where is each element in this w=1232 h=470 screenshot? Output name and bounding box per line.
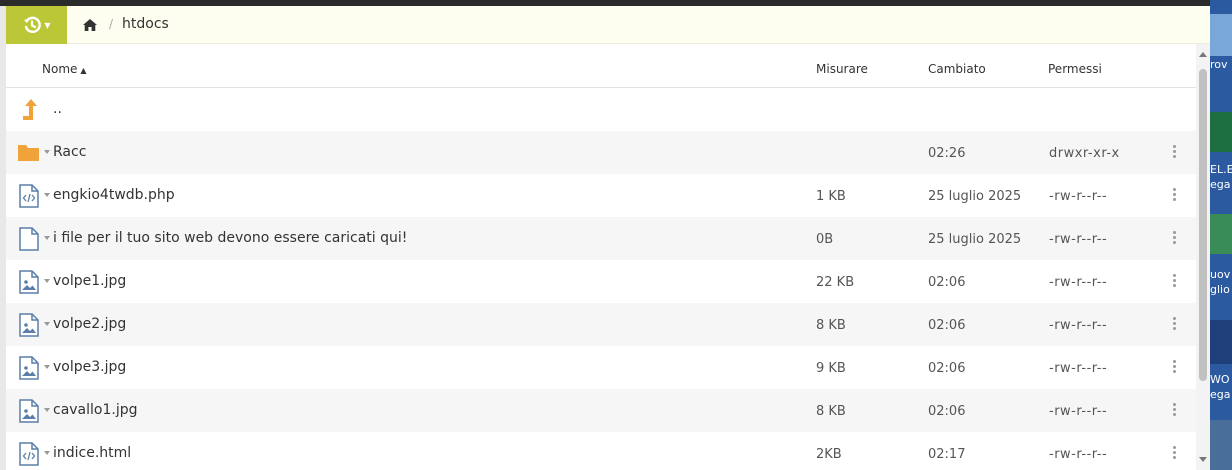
more-options-icon[interactable] bbox=[1169, 446, 1179, 462]
image-file-icon[interactable] bbox=[18, 270, 40, 294]
file-name[interactable]: engkio4twdb.php bbox=[53, 187, 175, 203]
more-options-icon[interactable] bbox=[1169, 274, 1179, 290]
chevron-down-icon: ▼ bbox=[44, 20, 51, 30]
file-permissions: -rw-r--r-- bbox=[1049, 361, 1108, 376]
file-modified: 02:17 bbox=[928, 447, 966, 462]
row-dropdown-caret-icon[interactable] bbox=[44, 451, 50, 455]
file-row[interactable]: i file per il tuo sito web devono essere… bbox=[6, 217, 1196, 260]
desktop-icon-label: ega bbox=[1210, 178, 1231, 191]
code-file-icon[interactable] bbox=[18, 442, 40, 466]
file-list: Nome ▲ Misurare Cambiato Permessi .. Racc 0… bbox=[6, 44, 1196, 470]
code-file-icon[interactable] bbox=[18, 184, 40, 208]
file-modified: 02:26 bbox=[928, 146, 966, 161]
desktop-icon-label: WO bbox=[1210, 373, 1230, 386]
row-dropdown-caret-icon[interactable] bbox=[44, 150, 50, 154]
column-header-modified[interactable]: Cambiato bbox=[928, 62, 986, 76]
file-modified: 25 luglio 2025 bbox=[928, 189, 1022, 204]
file-permissions: -rw-r--r-- bbox=[1049, 232, 1108, 247]
desktop-icon-label: glio bbox=[1210, 283, 1230, 296]
file-size: 0B bbox=[816, 232, 834, 247]
more-options-icon[interactable] bbox=[1169, 145, 1179, 161]
excel-file-icon[interactable] bbox=[1210, 112, 1232, 152]
history-icon bbox=[24, 16, 42, 34]
file-name[interactable]: i file per il tuo sito web devono essere… bbox=[53, 230, 407, 246]
file-row[interactable]: volpe1.jpg 22 KB 02:06 -rw-r--r-- bbox=[6, 260, 1196, 303]
desktop-icon-label: rov bbox=[1210, 58, 1228, 71]
file-permissions: drwxr-xr-x bbox=[1049, 146, 1120, 161]
file-name[interactable]: cavallo1.jpg bbox=[53, 402, 138, 418]
file-list-header: Nome ▲ Misurare Cambiato Permessi bbox=[6, 44, 1196, 88]
parent-directory-icon[interactable] bbox=[18, 98, 40, 122]
file-permissions: -rw-r--r-- bbox=[1049, 404, 1108, 419]
more-options-icon[interactable] bbox=[1169, 360, 1179, 376]
row-dropdown-caret-icon[interactable] bbox=[44, 193, 50, 197]
more-options-icon[interactable] bbox=[1169, 403, 1179, 419]
column-header-size[interactable]: Misurare bbox=[816, 62, 868, 76]
file-size: 2KB bbox=[816, 447, 842, 462]
row-dropdown-caret-icon[interactable] bbox=[44, 322, 50, 326]
file-name[interactable]: volpe2.jpg bbox=[53, 316, 126, 332]
file-row[interactable]: engkio4twdb.php 1 KB 25 luglio 2025 -rw-r--… bbox=[6, 174, 1196, 217]
spreadsheet-file-icon[interactable] bbox=[1210, 214, 1232, 254]
breadcrumb-separator: / bbox=[109, 17, 114, 31]
file-modified: 02:06 bbox=[928, 361, 966, 376]
sort-ascending-icon: ▲ bbox=[80, 66, 87, 75]
file-row[interactable]: volpe3.jpg 9 KB 02:06 -rw-r--r-- bbox=[6, 346, 1196, 389]
image-file-icon[interactable] bbox=[18, 356, 40, 380]
file-modified: 02:06 bbox=[928, 318, 966, 333]
parent-directory-row[interactable]: .. bbox=[6, 88, 1196, 131]
file-name[interactable]: indice.html bbox=[53, 445, 131, 461]
scroll-down-arrow-icon[interactable] bbox=[1199, 457, 1207, 462]
file-row[interactable]: cavallo1.jpg 8 KB 02:06 -rw-r--r-- bbox=[6, 389, 1196, 432]
word-file-icon[interactable] bbox=[1210, 320, 1232, 364]
more-options-icon[interactable] bbox=[1169, 231, 1179, 247]
scrollbar-thumb[interactable] bbox=[1199, 69, 1207, 381]
file-permissions: -rw-r--r-- bbox=[1049, 189, 1108, 204]
scroll-up-arrow-icon[interactable] bbox=[1199, 52, 1207, 57]
file-row[interactable]: indice.html 2KB 02:17 -rw-r--r-- bbox=[6, 432, 1196, 470]
image-file-icon[interactable] bbox=[18, 313, 40, 337]
image-file-icon[interactable] bbox=[18, 399, 40, 423]
desktop-background: rov EL.E ega uov glio WO ega bbox=[1210, 0, 1232, 470]
file-modified: 25 luglio 2025 bbox=[928, 232, 1022, 247]
desktop-icon-label: ega bbox=[1210, 388, 1231, 401]
file-name[interactable]: volpe1.jpg bbox=[53, 273, 126, 289]
file-size: 9 KB bbox=[816, 361, 846, 376]
column-header-permissions[interactable]: Permessi bbox=[1048, 62, 1102, 76]
file-icon[interactable] bbox=[18, 227, 40, 251]
column-header-name[interactable]: Nome ▲ bbox=[42, 62, 87, 76]
home-icon[interactable] bbox=[82, 17, 98, 33]
file-permissions: -rw-r--r-- bbox=[1049, 447, 1108, 462]
file-modified: 02:06 bbox=[928, 275, 966, 290]
file-row[interactable]: volpe2.jpg 8 KB 02:06 -rw-r--r-- bbox=[6, 303, 1196, 346]
history-menu-button[interactable]: ▼ bbox=[6, 6, 67, 44]
row-dropdown-caret-icon[interactable] bbox=[44, 236, 50, 240]
desktop-icon-tile[interactable] bbox=[1210, 14, 1232, 56]
file-modified: 02:06 bbox=[928, 404, 966, 419]
scrollbar[interactable] bbox=[1196, 44, 1210, 470]
more-options-icon[interactable] bbox=[1169, 317, 1179, 333]
row-dropdown-caret-icon[interactable] bbox=[44, 279, 50, 283]
desktop-wallpaper bbox=[1210, 420, 1232, 470]
desktop-icon-label: EL.E bbox=[1210, 163, 1232, 176]
column-header-name-label: Nome bbox=[42, 62, 78, 76]
file-manager-window: ▼ / htdocs Nome ▲ Misurare Cambiato Perme… bbox=[6, 6, 1210, 470]
desktop-icon-label: uov bbox=[1210, 268, 1231, 281]
file-permissions: -rw-r--r-- bbox=[1049, 275, 1108, 290]
file-name[interactable]: .. bbox=[53, 101, 62, 117]
row-dropdown-caret-icon[interactable] bbox=[44, 408, 50, 412]
breadcrumb-current-folder[interactable]: htdocs bbox=[122, 16, 169, 32]
file-name[interactable]: Racc bbox=[53, 144, 86, 160]
breadcrumb: ▼ / htdocs bbox=[6, 6, 1210, 44]
more-options-icon[interactable] bbox=[1169, 188, 1179, 204]
file-size: 1 KB bbox=[816, 189, 846, 204]
file-row[interactable]: Racc 02:26 drwxr-xr-x bbox=[6, 131, 1196, 174]
file-size: 22 KB bbox=[816, 275, 855, 290]
file-size: 8 KB bbox=[816, 404, 846, 419]
folder-icon[interactable] bbox=[18, 141, 40, 165]
row-dropdown-caret-icon[interactable] bbox=[44, 365, 50, 369]
file-size: 8 KB bbox=[816, 318, 846, 333]
file-name[interactable]: volpe3.jpg bbox=[53, 359, 126, 375]
file-permissions: -rw-r--r-- bbox=[1049, 318, 1108, 333]
